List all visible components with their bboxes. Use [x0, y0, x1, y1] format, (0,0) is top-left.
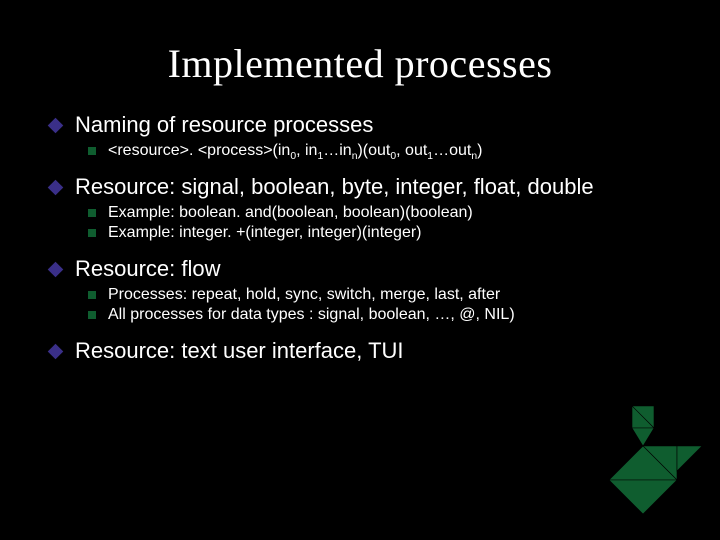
square-icon [88, 209, 96, 217]
bullet-l2: Example: integer. +(integer, integer)(in… [88, 224, 670, 242]
bullet-l1-text: Resource: signal, boolean, byte, integer… [75, 174, 594, 200]
diamond-icon [48, 262, 64, 278]
diamond-icon [48, 344, 64, 360]
sublist: Processes: repeat, hold, sync, switch, m… [50, 286, 670, 324]
bullet-l1: Resource: flow [50, 256, 670, 282]
bullet-l1: Resource: text user interface, TUI [50, 338, 670, 364]
square-icon [88, 147, 96, 155]
square-icon [88, 291, 96, 299]
bullet-l1-text: Resource: text user interface, TUI [75, 338, 404, 364]
bullet-l1: Resource: signal, boolean, byte, integer… [50, 174, 670, 200]
bullet-l2: <resource>. <process>(in0, in1…inn)(out0… [88, 142, 670, 160]
bullet-l2: All processes for data types : signal, b… [88, 306, 670, 324]
square-icon [88, 311, 96, 319]
sublist: Example: boolean. and(boolean, boolean)(… [50, 204, 670, 242]
bullet-l2-text: <resource>. <process>(in0, in1…inn)(out0… [108, 142, 482, 160]
bullet-l2-text: Processes: repeat, hold, sync, switch, m… [108, 286, 500, 304]
slide: Implemented processes Naming of resource… [0, 0, 720, 540]
slide-title: Implemented processes [50, 40, 670, 87]
bullet-l1-text: Resource: flow [75, 256, 221, 282]
bullet-l2: Processes: repeat, hold, sync, switch, m… [88, 286, 670, 304]
bullet-l1-text: Naming of resource processes [75, 112, 373, 138]
diamond-icon [48, 118, 64, 134]
tangram-swan-icon [582, 406, 702, 526]
sublist: <resource>. <process>(in0, in1…inn)(out0… [50, 142, 670, 160]
bullet-l2: Example: boolean. and(boolean, boolean)(… [88, 204, 670, 222]
bullet-l2-text: All processes for data types : signal, b… [108, 306, 515, 324]
bullet-l2-text: Example: boolean. and(boolean, boolean)(… [108, 204, 473, 222]
diamond-icon [48, 180, 64, 196]
square-icon [88, 229, 96, 237]
bullet-l1: Naming of resource processes [50, 112, 670, 138]
bullet-l2-text: Example: integer. +(integer, integer)(in… [108, 224, 422, 242]
